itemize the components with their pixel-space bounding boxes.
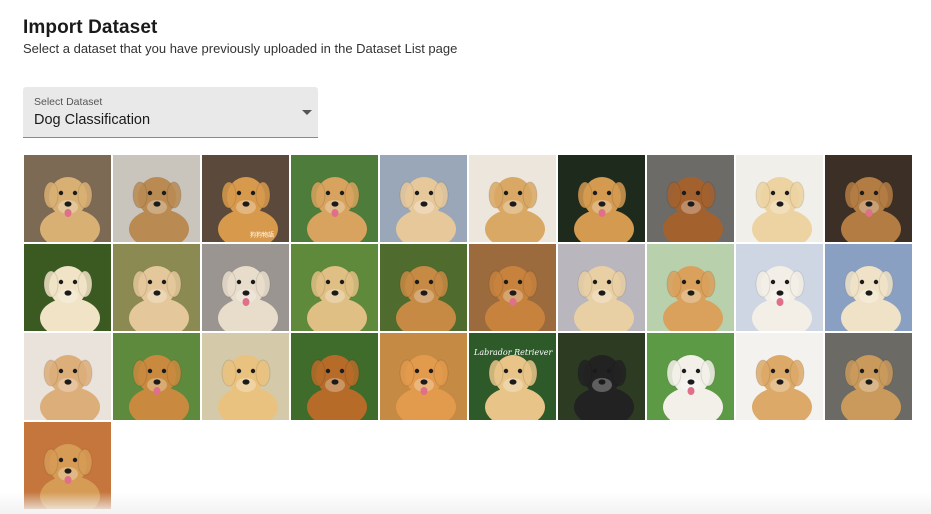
dataset-image-thumbnail[interactable] xyxy=(647,244,734,331)
dataset-image-thumbnail[interactable] xyxy=(558,244,645,331)
dog-photo-icon xyxy=(291,244,378,331)
dataset-image-thumbnail[interactable] xyxy=(24,244,111,331)
dataset-image-thumbnail[interactable] xyxy=(736,244,823,331)
dog-photo-icon xyxy=(647,155,734,242)
dog-photo-icon xyxy=(825,155,912,242)
dataset-image-thumbnail[interactable] xyxy=(202,244,289,331)
dog-photo-icon xyxy=(380,244,467,331)
dataset-image-thumbnail[interactable] xyxy=(469,155,556,242)
dog-photo-icon: Labrador Retriever xyxy=(469,333,556,420)
dataset-image-thumbnail[interactable] xyxy=(291,155,378,242)
dataset-image-thumbnail[interactable] xyxy=(291,244,378,331)
dataset-image-thumbnail[interactable]: 狗狗物語 xyxy=(202,155,289,242)
dog-photo-icon xyxy=(113,244,200,331)
image-gallery: 狗狗物語 Labrador Retriever xyxy=(24,155,912,509)
dataset-image-thumbnail[interactable] xyxy=(647,333,734,420)
dog-photo-icon: 狗狗物語 xyxy=(202,155,289,242)
dog-photo-icon xyxy=(202,244,289,331)
page-title: Import Dataset xyxy=(23,17,158,38)
dataset-image-thumbnail[interactable] xyxy=(113,333,200,420)
dog-photo-icon xyxy=(202,333,289,420)
dataset-image-thumbnail[interactable] xyxy=(825,333,912,420)
dataset-image-thumbnail[interactable] xyxy=(113,244,200,331)
dataset-image-thumbnail[interactable] xyxy=(291,333,378,420)
dataset-image-thumbnail[interactable] xyxy=(736,333,823,420)
dataset-select-value: Dog Classification xyxy=(34,112,151,128)
dataset-image-thumbnail[interactable] xyxy=(825,155,912,242)
dataset-image-thumbnail[interactable] xyxy=(469,244,556,331)
dog-photo-icon xyxy=(469,244,556,331)
dog-photo-icon xyxy=(380,155,467,242)
dog-photo-icon xyxy=(24,244,111,331)
dataset-image-thumbnail[interactable] xyxy=(202,333,289,420)
tile-watermark-text: 狗狗物語 xyxy=(250,231,274,239)
dataset-image-thumbnail[interactable] xyxy=(736,155,823,242)
dog-photo-icon xyxy=(558,155,645,242)
dataset-image-thumbnail[interactable] xyxy=(558,333,645,420)
dog-photo-icon xyxy=(558,244,645,331)
chevron-down-icon[interactable] xyxy=(302,110,312,115)
dataset-image-thumbnail[interactable] xyxy=(380,244,467,331)
page-subtitle: Select a dataset that you have previousl… xyxy=(23,41,458,56)
dog-photo-icon xyxy=(825,244,912,331)
dataset-image-thumbnail[interactable] xyxy=(24,333,111,420)
dog-photo-icon xyxy=(647,244,734,331)
dog-photo-icon xyxy=(291,333,378,420)
dog-photo-icon xyxy=(24,422,111,509)
dataset-image-thumbnail[interactable] xyxy=(380,155,467,242)
dataset-image-thumbnail[interactable] xyxy=(24,422,111,509)
dog-photo-icon xyxy=(113,155,200,242)
dataset-select[interactable]: Select Dataset Dog Classification xyxy=(23,87,318,138)
dog-photo-icon xyxy=(647,333,734,420)
dog-photo-icon xyxy=(24,155,111,242)
dog-photo-icon xyxy=(736,155,823,242)
tile-watermark-text: Labrador Retriever xyxy=(473,348,553,357)
dog-photo-icon xyxy=(24,333,111,420)
dataset-image-thumbnail[interactable] xyxy=(380,333,467,420)
dataset-image-thumbnail[interactable]: Labrador Retriever xyxy=(469,333,556,420)
dog-photo-icon xyxy=(736,333,823,420)
dataset-image-thumbnail[interactable] xyxy=(24,155,111,242)
dog-photo-icon xyxy=(736,244,823,331)
dataset-image-thumbnail[interactable] xyxy=(558,155,645,242)
dog-photo-icon xyxy=(380,333,467,420)
dataset-image-thumbnail[interactable] xyxy=(825,244,912,331)
dog-photo-icon xyxy=(113,333,200,420)
dataset-image-thumbnail[interactable] xyxy=(113,155,200,242)
dataset-select-label: Select Dataset xyxy=(34,96,103,108)
dog-photo-icon xyxy=(825,333,912,420)
dog-photo-icon xyxy=(469,155,556,242)
dog-photo-icon xyxy=(291,155,378,242)
dog-photo-icon xyxy=(558,333,645,420)
dataset-image-thumbnail[interactable] xyxy=(647,155,734,242)
